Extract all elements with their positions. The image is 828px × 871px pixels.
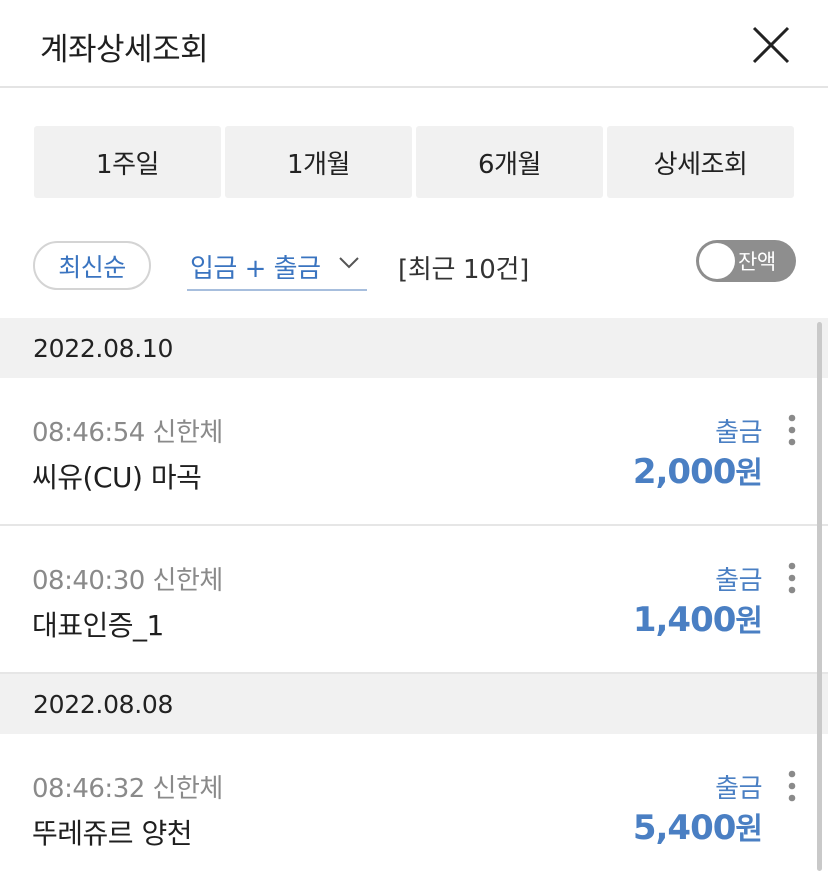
recent-count-label: [최근 10건] <box>398 255 529 285</box>
transaction-amount: 2,000원 <box>632 448 763 492</box>
transaction-row[interactable]: 08:46:32 신한체 뚜레쥬르 양천 출금 5,400원 <box>0 734 828 871</box>
transaction-type-label: 입금 + 출금 <box>190 254 321 284</box>
amount-value: 5,400 <box>632 808 737 848</box>
transaction-merchant: 씨유(CU) 마곡 <box>32 461 202 494</box>
balance-toggle-label: 잔액 <box>738 250 776 274</box>
amount-value: 1,400 <box>632 600 737 640</box>
transaction-list[interactable]: 2022.08.10 08:46:54 신한체 씨유(CU) 마곡 출금 2,0… <box>0 318 828 871</box>
toggle-knob <box>699 243 735 279</box>
amount-value: 2,000 <box>632 452 737 492</box>
period-tabs: 1주일 1개월 6개월 상세조회 <box>34 126 794 198</box>
transaction-type: 출금 <box>715 418 762 448</box>
more-options-icon[interactable] <box>784 414 800 448</box>
tab-1-week[interactable]: 1주일 <box>34 126 221 198</box>
transaction-merchant: 대표인증_1 <box>32 609 164 642</box>
header-bar: 계좌상세조회 <box>0 0 828 88</box>
date-header: 2022.08.10 <box>0 318 828 378</box>
date-header: 2022.08.08 <box>0 674 828 734</box>
chevron-down-icon <box>339 257 359 269</box>
transaction-time-bank: 08:46:32 신한체 <box>32 774 223 804</box>
transaction-type-select[interactable]: 입금 + 출금 <box>187 244 367 291</box>
tab-6-months[interactable]: 6개월 <box>416 126 603 198</box>
transaction-row[interactable]: 08:46:54 신한체 씨유(CU) 마곡 출금 2,000원 <box>0 378 828 526</box>
close-button[interactable] <box>748 22 794 68</box>
filter-row: 최신순 입금 + 출금 [최근 10건] 잔액 <box>0 240 828 294</box>
close-icon <box>752 26 790 64</box>
tab-detail-search[interactable]: 상세조회 <box>607 126 794 198</box>
balance-toggle[interactable]: 잔액 <box>696 240 796 282</box>
amount-unit: 원 <box>735 456 763 491</box>
transaction-row[interactable]: 08:40:30 신한체 대표인증_1 출금 1,400원 <box>0 526 828 674</box>
list-scrollbar[interactable] <box>817 322 822 871</box>
transaction-amount: 1,400원 <box>632 596 763 640</box>
amount-unit: 원 <box>735 812 763 847</box>
transaction-type: 출금 <box>715 774 762 804</box>
transaction-type: 출금 <box>715 566 762 596</box>
page-title: 계좌상세조회 <box>40 32 209 68</box>
transaction-time-bank: 08:40:30 신한체 <box>32 566 223 596</box>
more-options-icon[interactable] <box>784 562 800 596</box>
transaction-merchant: 뚜레쥬르 양천 <box>32 817 192 850</box>
transaction-amount: 5,400원 <box>632 804 763 848</box>
more-options-icon[interactable] <box>784 770 800 804</box>
tab-1-month[interactable]: 1개월 <box>225 126 412 198</box>
amount-unit: 원 <box>735 604 763 639</box>
transaction-time-bank: 08:46:54 신한체 <box>32 418 223 448</box>
sort-order-button[interactable]: 최신순 <box>33 241 151 290</box>
